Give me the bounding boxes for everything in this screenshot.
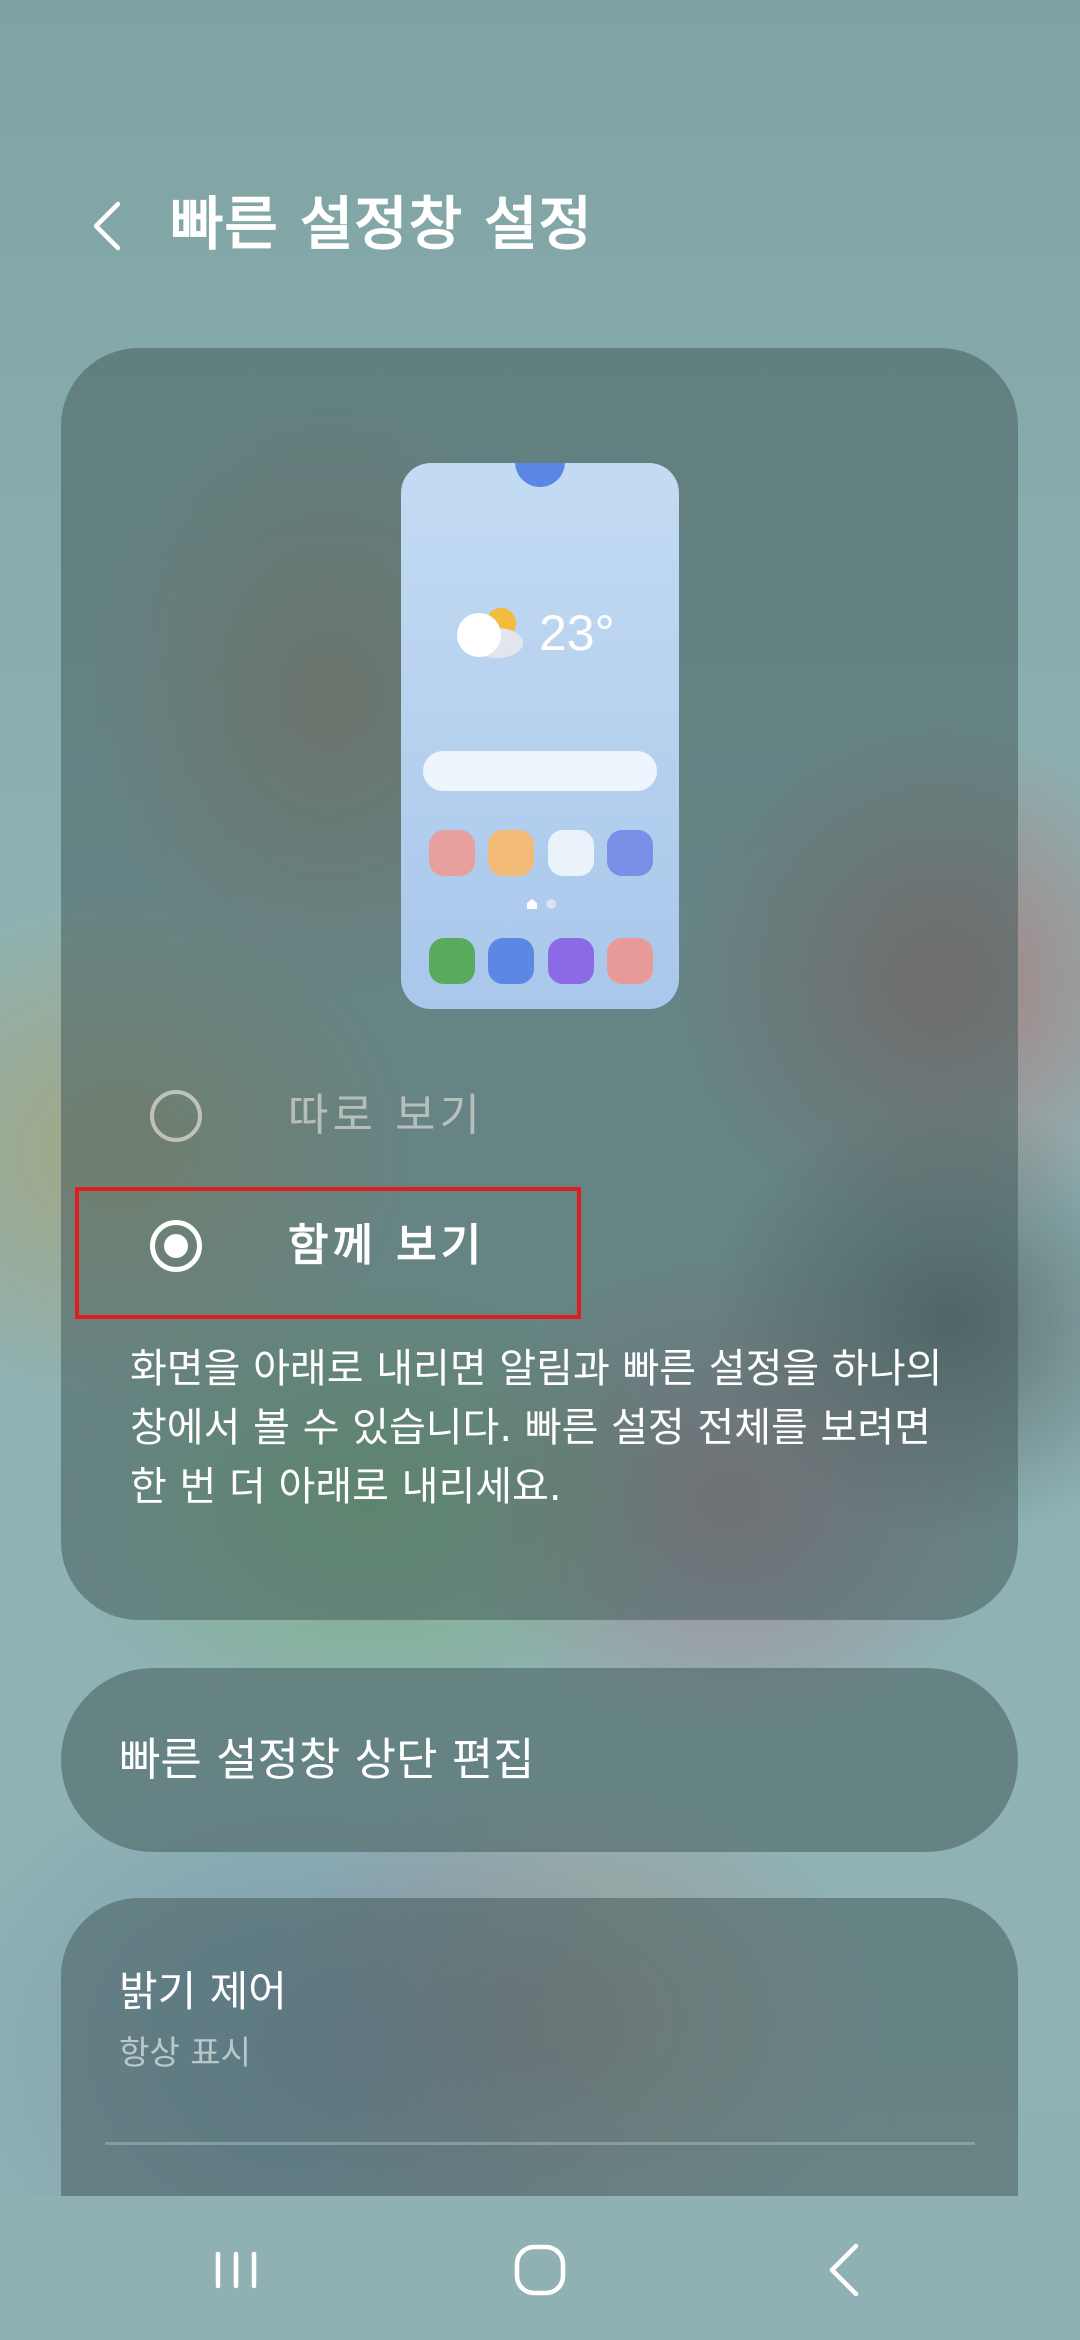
app-header: 빠른 설정창 설정 (0, 170, 1080, 280)
radio-unselected[interactable] (150, 1090, 202, 1142)
highlight-box (75, 1187, 581, 1319)
recents-icon (215, 2251, 257, 2289)
chevron-left-icon (93, 201, 121, 251)
search-bar-preview (423, 751, 657, 791)
temperature-text: 23° (539, 605, 615, 661)
back-button[interactable] (82, 190, 138, 262)
app-icon (607, 938, 653, 984)
brightness-subtitle: 항상 표시 (119, 2033, 251, 2072)
edit-quick-panel-button[interactable]: 빠른 설정창 상단 편집 (61, 1668, 1018, 1852)
app-icon (429, 830, 475, 876)
nav-back-button[interactable] (800, 2230, 890, 2310)
edit-quick-panel-label: 빠른 설정창 상단 편집 (119, 1733, 535, 1786)
brightness-control-item[interactable]: 밝기 제어 항상 표시 (61, 1898, 1018, 2198)
app-icon (488, 830, 534, 876)
back-icon (829, 2243, 859, 2297)
camera-notch (515, 463, 565, 487)
divider (105, 2142, 975, 2145)
option-label: 따로 보기 (288, 1090, 484, 1141)
page-title: 빠른 설정창 설정 (170, 190, 593, 258)
phone-preview: 23° (401, 463, 679, 1009)
navigation-bar (0, 2196, 1080, 2340)
partly-cloudy-icon (457, 608, 523, 658)
app-icon (607, 830, 653, 876)
page-indicator (527, 899, 556, 909)
app-row (429, 938, 653, 984)
app-row (429, 830, 653, 876)
home-button[interactable] (495, 2230, 585, 2310)
brightness-title: 밝기 제어 (119, 1967, 287, 2016)
app-icon (488, 938, 534, 984)
option-description: 화면을 아래로 내리면 알림과 빠른 설정을 하나의 창에서 볼 수 있습니다.… (130, 1346, 943, 1510)
weather-widget: 23° (453, 603, 633, 663)
option-separate-view[interactable]: 따로 보기 (150, 1085, 650, 1155)
app-icon (429, 938, 475, 984)
app-icon (548, 830, 594, 876)
home-icon (514, 2244, 566, 2296)
recents-button[interactable] (192, 2230, 282, 2310)
app-icon (548, 938, 594, 984)
